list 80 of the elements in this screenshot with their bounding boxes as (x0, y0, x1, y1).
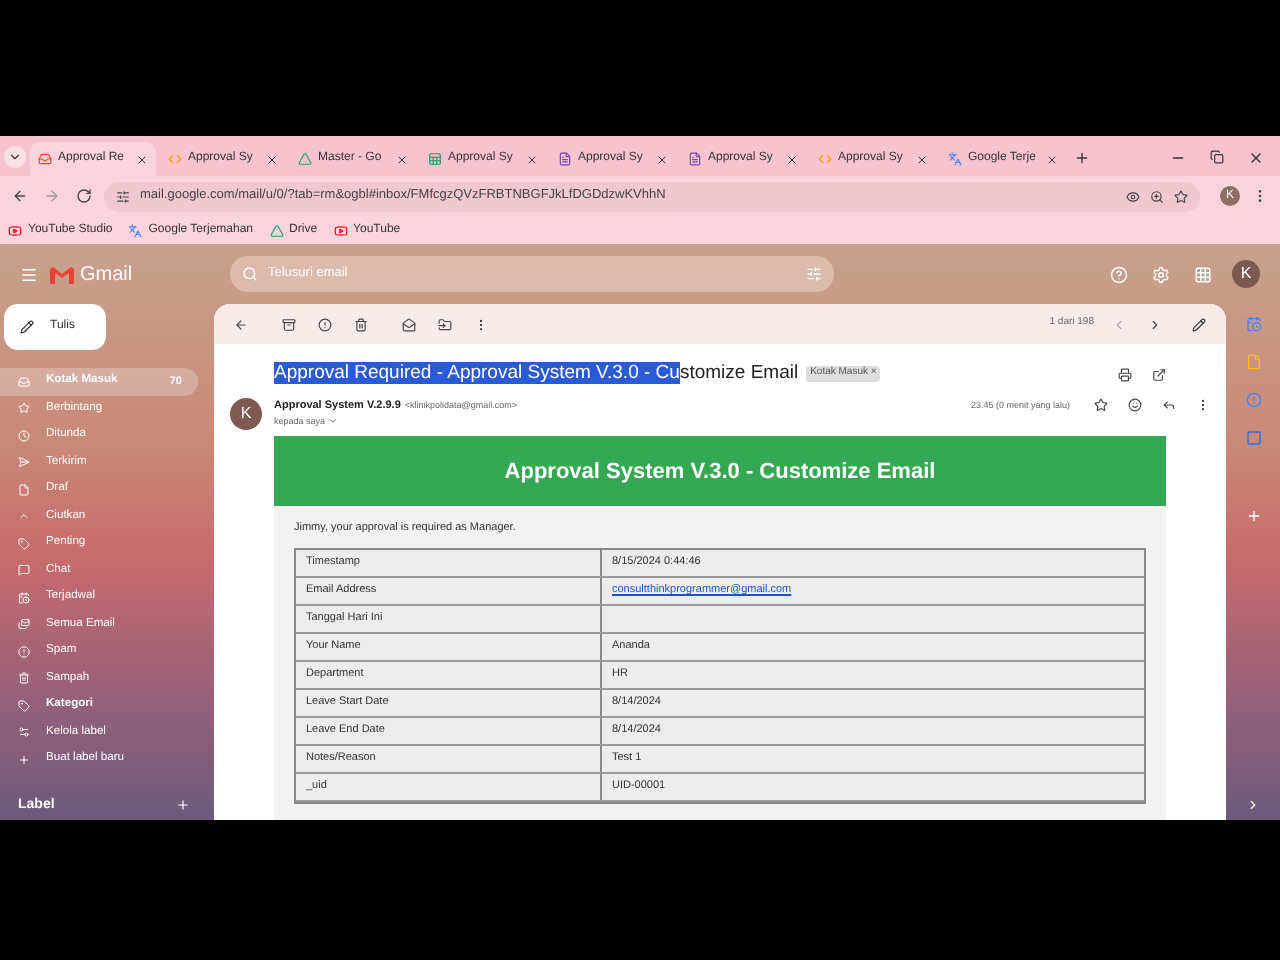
report-spam-icon (318, 317, 332, 331)
drive-icon (269, 223, 284, 237)
settings-icon (18, 726, 30, 739)
caret-icon[interactable] (327, 416, 338, 427)
drive-icon (298, 152, 312, 166)
archive-icon (282, 317, 296, 331)
back-icon (12, 188, 28, 204)
gmail-logo-text: Gmail (80, 261, 133, 289)
form-icon (688, 152, 702, 166)
star-icon[interactable] (1094, 398, 1108, 413)
mark-unread-icon (402, 317, 416, 331)
email-subject: Approval Required - Approval System V.3.0 - Customize Email (274, 360, 799, 388)
archive-button[interactable] (278, 313, 300, 335)
star-icon (18, 402, 30, 415)
account-avatar[interactable]: K (1232, 260, 1260, 288)
site-info-icon[interactable] (116, 189, 130, 203)
chevron-up-icon (18, 510, 30, 523)
delete-icon (354, 317, 368, 331)
alert-icon (18, 645, 30, 658)
chat-icon (18, 564, 30, 577)
next-icon (1148, 317, 1162, 331)
more-icon (474, 317, 488, 331)
sender-avatar: K (230, 398, 262, 431)
new-tab-icon[interactable] (1074, 150, 1090, 166)
youtube-icon (8, 223, 22, 237)
close-icon[interactable] (1046, 153, 1058, 165)
plus-icon (18, 753, 30, 766)
restore-icon[interactable] (1210, 150, 1224, 164)
close-icon[interactable] (136, 153, 148, 165)
mails-icon (18, 618, 30, 631)
mark-unread-button[interactable] (398, 313, 420, 335)
tab-list-button[interactable] (4, 146, 26, 168)
input-tools-icon (1192, 317, 1206, 331)
reload-button[interactable] (72, 184, 96, 208)
trash-icon (18, 672, 30, 685)
new-window-icon[interactable] (1152, 367, 1166, 382)
back-icon (234, 317, 248, 331)
zoom-icon[interactable] (1150, 189, 1164, 203)
reload-icon (76, 188, 92, 204)
bookmark-star-icon[interactable] (1174, 189, 1188, 203)
close-icon[interactable] (1248, 150, 1264, 166)
more-icon[interactable] (1196, 398, 1210, 413)
previous-icon (1112, 317, 1126, 331)
calendar-icon (18, 591, 30, 604)
sheet-icon (428, 152, 442, 166)
add-app-icon[interactable] (1245, 508, 1261, 524)
pencil-icon (20, 320, 34, 334)
move-button[interactable] (434, 313, 456, 335)
tag-icon (18, 699, 30, 712)
tag-icon (18, 537, 30, 550)
emoji-icon[interactable] (1128, 398, 1142, 413)
move-icon (438, 317, 452, 331)
inbox-icon (18, 375, 30, 388)
close-icon[interactable] (396, 153, 408, 165)
close-icon[interactable] (916, 153, 928, 165)
send-icon (18, 456, 30, 469)
tab-list-icon (8, 150, 22, 164)
expand-icon[interactable] (1246, 798, 1260, 812)
add-label-icon[interactable] (176, 798, 190, 813)
input-tools-button[interactable] (1188, 313, 1210, 335)
eye-icon[interactable] (1126, 189, 1140, 203)
close-icon[interactable] (786, 153, 798, 165)
youtube-icon (333, 223, 348, 237)
gmail-logo-icon (50, 265, 74, 283)
close-icon[interactable] (526, 153, 538, 165)
close-icon[interactable] (266, 153, 278, 165)
translate-icon (948, 152, 962, 166)
print-icon[interactable] (1118, 367, 1132, 382)
forward-icon (44, 188, 60, 204)
file-icon (18, 483, 30, 496)
report-spam-button[interactable] (314, 313, 336, 335)
form-icon (558, 152, 572, 166)
delete-button[interactable] (350, 313, 372, 335)
translate-icon (128, 223, 143, 237)
close-icon[interactable] (656, 153, 668, 165)
script-icon (818, 152, 832, 166)
email-banner: Approval System V.3.0 - Customize Email (274, 436, 1166, 507)
reply-icon[interactable] (1162, 398, 1176, 413)
clock-icon (18, 429, 30, 442)
script-icon (168, 152, 182, 166)
